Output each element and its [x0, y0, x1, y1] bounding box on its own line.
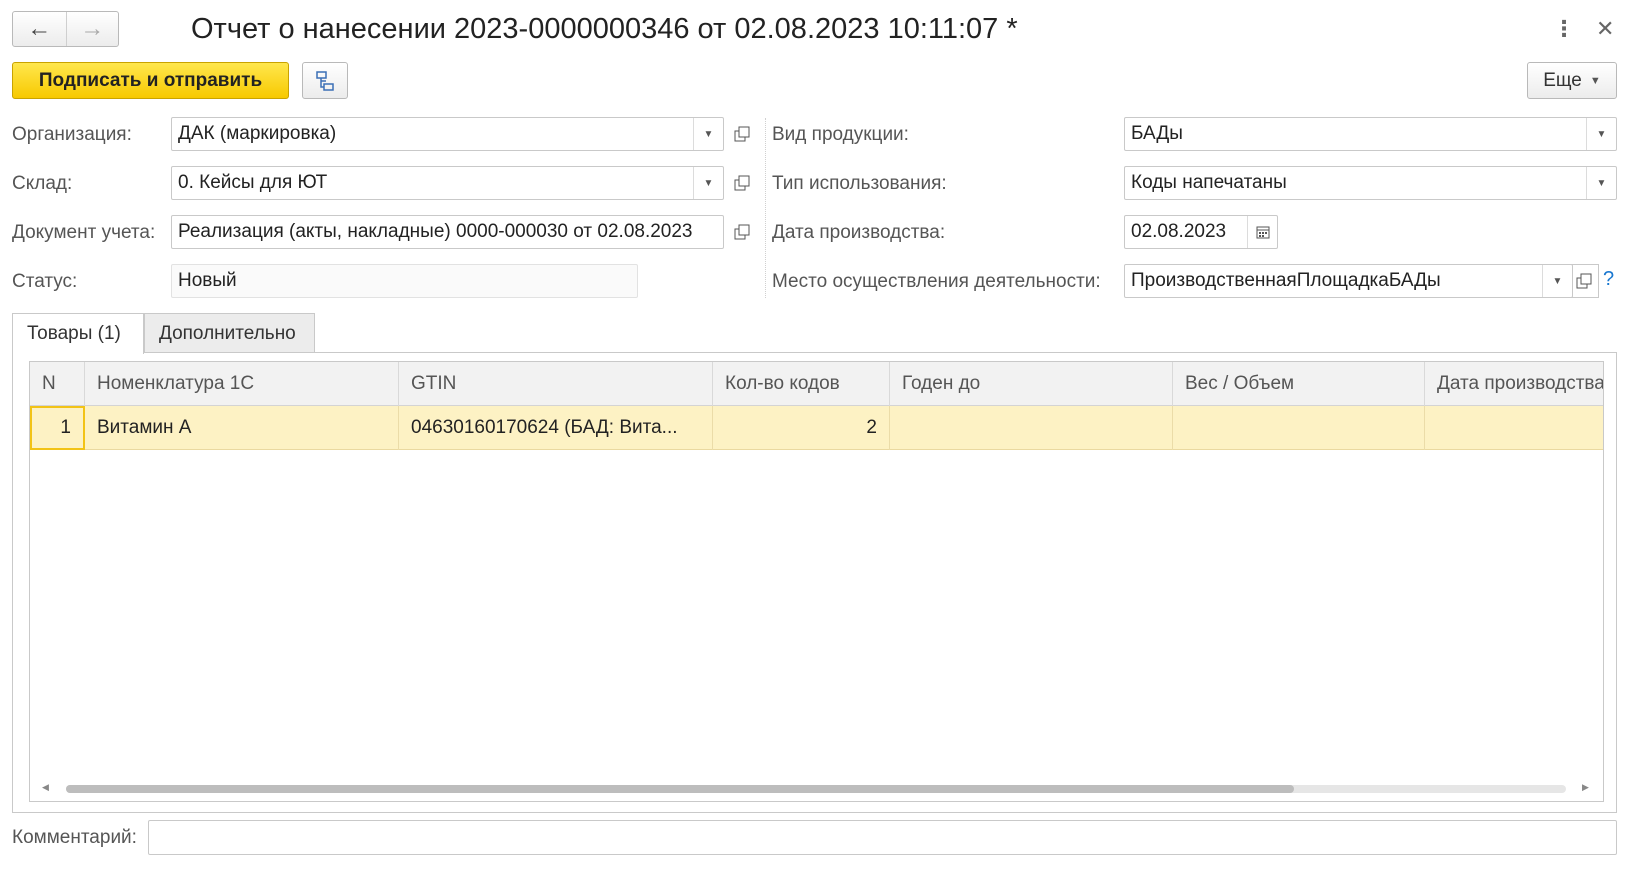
horizontal-scrollbar[interactable]: ◀ ▶: [42, 782, 1593, 796]
document-structure-icon: [316, 70, 334, 91]
cell-n[interactable]: 1: [30, 406, 85, 450]
column-header-gtin[interactable]: GTIN: [399, 362, 713, 406]
status-value: Новый: [178, 270, 237, 291]
forward-button[interactable]: →: [65, 12, 119, 46]
vertical-dots-icon[interactable]: ⋮: [1553, 16, 1575, 42]
open-icon[interactable]: [1569, 264, 1599, 298]
more-button-label: Еще: [1543, 69, 1582, 91]
cell-nomenclature[interactable]: Витамин А: [85, 406, 399, 450]
usage-type-label: Тип использования:: [772, 173, 947, 194]
production-date-value: 02.08.2023: [1131, 221, 1227, 242]
sign-and-send-button[interactable]: Подписать и отправить: [12, 62, 289, 99]
activity-place-field[interactable]: ПроизводственнаяПлощадкаБАДы ▼: [1124, 264, 1573, 298]
document-structure-button[interactable]: [302, 62, 348, 99]
accounting-doc-label: Документ учета:: [12, 222, 156, 243]
activity-place-label: Место осуществления деятельности:: [772, 271, 1101, 292]
dropdown-arrow-icon[interactable]: ▼: [1586, 167, 1616, 199]
column-divider: [765, 118, 766, 298]
status-label: Статус:: [12, 271, 78, 292]
arrow-left-icon: ←: [27, 15, 52, 42]
warehouse-label: Склад:: [12, 173, 73, 194]
cell-codes-count[interactable]: 2: [713, 406, 890, 450]
tab-goods[interactable]: Товары (1): [12, 313, 144, 354]
table-header: N Номенклатура 1С GTIN Кол-во кодов Годе…: [30, 362, 1603, 406]
column-header-production-date[interactable]: Дата производства: [1425, 362, 1603, 406]
status-field: Новый: [171, 264, 638, 298]
help-icon[interactable]: ?: [1603, 268, 1614, 291]
cell-expiry[interactable]: [890, 406, 1173, 450]
warehouse-value: 0. Кейсы для ЮТ: [178, 172, 328, 193]
goods-table: N Номенклатура 1С GTIN Кол-во кодов Годе…: [29, 361, 1604, 802]
column-header-nomenclature[interactable]: Номенклатура 1С: [85, 362, 399, 406]
product-kind-value: БАДы: [1131, 123, 1183, 144]
column-header-expiry[interactable]: Годен до: [890, 362, 1173, 406]
calendar-icon[interactable]: [1247, 216, 1277, 248]
organization-field[interactable]: ДАК (маркировка) ▼: [171, 117, 724, 151]
scroll-right-icon[interactable]: ▶: [1582, 782, 1589, 793]
arrow-right-icon: →: [80, 15, 105, 42]
scroll-left-icon[interactable]: ◀: [42, 782, 49, 793]
organization-label: Организация:: [12, 124, 132, 145]
production-date-label: Дата производства:: [772, 222, 946, 243]
table-row[interactable]: 1 Витамин А 04630160170624 (БАД: Вита...…: [30, 406, 1603, 450]
scrollbar-thumb[interactable]: [66, 785, 1294, 793]
window-title: Отчет о нанесении 2023-0000000346 от 02.…: [191, 13, 1018, 45]
more-button[interactable]: Еще ▼: [1527, 62, 1617, 99]
column-header-weight-volume[interactable]: Вес / Объем: [1173, 362, 1425, 406]
caret-down-icon: ▼: [1589, 74, 1601, 87]
column-header-n[interactable]: N: [30, 362, 85, 406]
comment-label: Комментарий:: [12, 827, 137, 848]
comment-field[interactable]: [148, 820, 1617, 855]
dropdown-arrow-icon[interactable]: ▼: [693, 167, 723, 199]
cell-production-date[interactable]: [1425, 406, 1603, 450]
product-kind-label: Вид продукции:: [772, 124, 909, 145]
cell-gtin[interactable]: 04630160170624 (БАД: Вита...: [399, 406, 713, 450]
organization-value: ДАК (маркировка): [178, 123, 337, 144]
production-date-field[interactable]: 02.08.2023: [1124, 215, 1278, 249]
accounting-doc-value: Реализация (акты, накладные) 0000-000030…: [178, 221, 693, 242]
dropdown-arrow-icon[interactable]: ▼: [1586, 118, 1616, 150]
tab-additional[interactable]: Дополнительно: [144, 313, 315, 353]
open-icon[interactable]: [728, 166, 756, 200]
usage-type-value: Коды напечатаны: [1131, 172, 1287, 193]
cell-weight-volume[interactable]: [1173, 406, 1425, 450]
close-icon[interactable]: ✕: [1596, 16, 1614, 42]
open-icon[interactable]: [728, 215, 756, 249]
column-header-codes-count[interactable]: Кол-во кодов: [713, 362, 890, 406]
activity-place-value: ПроизводственнаяПлощадкаБАДы: [1131, 270, 1441, 291]
open-icon[interactable]: [728, 117, 756, 151]
accounting-doc-field[interactable]: Реализация (акты, накладные) 0000-000030…: [171, 215, 724, 249]
usage-type-field[interactable]: Коды напечатаны ▼: [1124, 166, 1617, 200]
dropdown-arrow-icon[interactable]: ▼: [693, 118, 723, 150]
back-button[interactable]: ←: [13, 12, 66, 46]
dropdown-arrow-icon[interactable]: ▼: [1542, 265, 1572, 297]
navigation-buttons: ← →: [12, 11, 119, 47]
product-kind-field[interactable]: БАДы ▼: [1124, 117, 1617, 151]
warehouse-field[interactable]: 0. Кейсы для ЮТ ▼: [171, 166, 724, 200]
